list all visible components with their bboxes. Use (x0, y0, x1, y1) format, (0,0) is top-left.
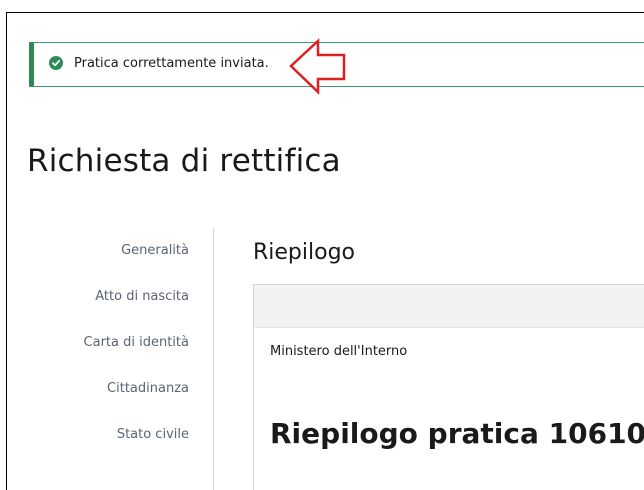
sidebar-item-generalita[interactable]: Generalità (121, 243, 189, 258)
sidebar-item-stato-civile[interactable]: Stato civile (117, 427, 189, 442)
summary-header (254, 285, 644, 328)
pratica-title: Riepilogo pratica 106101 (270, 417, 644, 450)
check-circle-icon (49, 56, 63, 70)
alert-message: Pratica correttamente inviata. (74, 56, 269, 71)
section-title: Riepilogo (253, 240, 356, 265)
sidebar-item-carta-di-identita[interactable]: Carta di identità (84, 335, 189, 350)
sidebar-divider (213, 228, 214, 490)
page-title: Richiesta di rettifica (27, 143, 341, 179)
ministry-label: Ministero dell'Interno (270, 344, 408, 359)
sidebar-item-cittadinanza[interactable]: Cittadinanza (107, 381, 189, 396)
sidebar-item-atto-di-nascita[interactable]: Atto di nascita (95, 289, 189, 304)
summary-panel: Ministero dell'Interno Riepilogo pratica… (253, 284, 644, 490)
arrow-left-icon (288, 38, 348, 100)
